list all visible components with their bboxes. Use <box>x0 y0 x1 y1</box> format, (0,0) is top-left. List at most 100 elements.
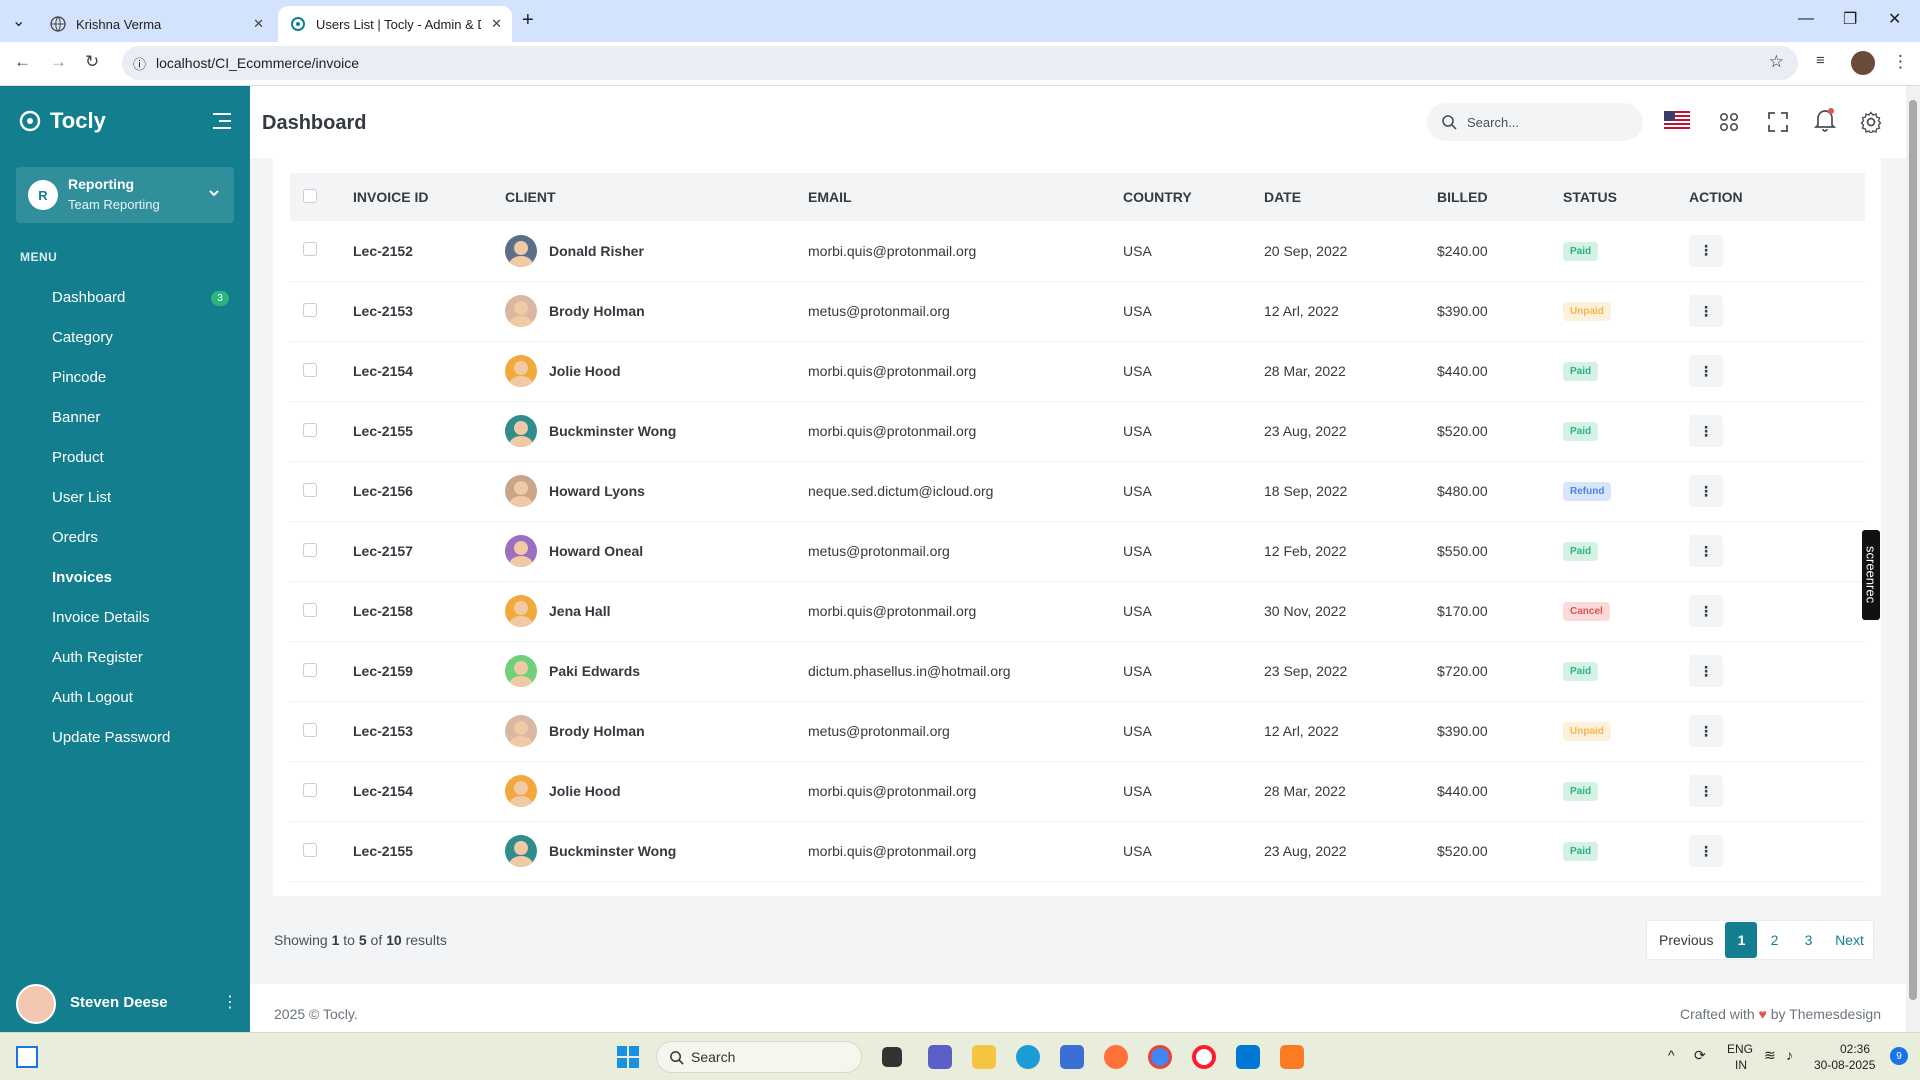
sidebar-item-dashboard[interactable]: Dashboard <box>52 289 125 306</box>
column-header[interactable]: EMAIL <box>808 173 1123 221</box>
store-icon[interactable] <box>1060 1045 1084 1069</box>
row-action-button[interactable]: ⋮ <box>1689 355 1723 387</box>
sidebar-item-invoice-details[interactable]: Invoice Details <box>52 609 150 626</box>
select-all-checkbox[interactable] <box>303 188 317 203</box>
invoice-id[interactable]: Lec-2153 <box>353 701 505 761</box>
row-checkbox[interactable] <box>303 842 317 857</box>
close-icon[interactable]: ✕ <box>253 16 264 32</box>
screenrec-widget[interactable]: screenrec <box>1862 530 1880 620</box>
bell-icon[interactable] <box>1814 108 1836 132</box>
invoice-id[interactable]: Lec-2159 <box>353 641 505 701</box>
invoice-id[interactable]: Lec-2154 <box>353 761 505 821</box>
profile-avatar-icon[interactable] <box>1851 51 1875 75</box>
windows-start-icon[interactable] <box>616 1045 640 1069</box>
row-checkbox[interactable] <box>303 662 317 677</box>
taskbar-search[interactable]: Search <box>656 1041 862 1073</box>
minimize-icon[interactable]: — <box>1798 10 1814 28</box>
row-action-button[interactable]: ⋮ <box>1689 475 1723 507</box>
brand-logo[interactable]: Tocly <box>18 108 106 134</box>
sidebar-item-banner[interactable]: Banner <box>52 409 100 426</box>
apps-grid-icon[interactable] <box>1719 112 1739 132</box>
task-view-icon[interactable] <box>882 1047 902 1067</box>
language[interactable]: ENG <box>1727 1042 1753 1056</box>
row-checkbox[interactable] <box>303 242 317 257</box>
row-action-button[interactable]: ⋮ <box>1689 835 1723 867</box>
restore-icon[interactable]: ❐ <box>1843 9 1857 29</box>
opera-icon[interactable] <box>1192 1045 1216 1069</box>
invoice-id[interactable]: Lec-2156 <box>353 461 505 521</box>
wifi-icon[interactable]: ≋ <box>1764 1047 1776 1064</box>
column-header[interactable]: DATE <box>1264 173 1437 221</box>
sidebar-item-product[interactable]: Product <box>52 449 104 466</box>
invoice-id[interactable]: Lec-2152 <box>353 221 505 281</box>
sidebar-item-pincode[interactable]: Pincode <box>52 369 106 386</box>
invoice-id[interactable]: Lec-2157 <box>353 521 505 581</box>
close-icon[interactable]: ✕ <box>491 16 502 32</box>
browser-tab-krishna[interactable]: Krishna Verma ✕ <box>38 6 274 42</box>
xampp-icon[interactable] <box>1280 1045 1304 1069</box>
teams-icon[interactable] <box>928 1045 952 1069</box>
row-action-button[interactable]: ⋮ <box>1689 295 1723 327</box>
row-action-button[interactable]: ⋮ <box>1689 595 1723 627</box>
column-header[interactable]: COUNTRY <box>1123 173 1264 221</box>
row-checkbox[interactable] <box>303 422 317 437</box>
edge-icon[interactable] <box>1016 1045 1040 1069</box>
invoice-id[interactable]: Lec-2158 <box>353 581 505 641</box>
row-action-button[interactable]: ⋮ <box>1689 775 1723 807</box>
bookmark-star-icon[interactable]: ☆ <box>1769 52 1784 72</box>
row-checkbox[interactable] <box>303 362 317 377</box>
tab-search-icon[interactable]: ⌄ <box>12 11 25 31</box>
menu-toggle-icon[interactable] <box>211 112 233 130</box>
chevron-up-icon[interactable]: ^ <box>1668 1047 1675 1063</box>
column-header[interactable]: INVOICE ID <box>353 173 505 221</box>
reload-icon[interactable]: ↻ <box>85 52 99 72</box>
crafted-suffix[interactable]: by Themesdesign <box>1771 1006 1881 1022</box>
sidebar-item-auth-logout[interactable]: Auth Logout <box>52 689 133 706</box>
invoice-id[interactable]: Lec-2155 <box>353 401 505 461</box>
page-scrollbar[interactable] <box>1906 86 1920 1032</box>
row-checkbox[interactable] <box>303 602 317 617</box>
page-3-button[interactable]: 3 <box>1791 921 1825 959</box>
page-1-button[interactable]: 1 <box>1725 922 1758 958</box>
sidebar-item-invoices[interactable]: Invoices <box>52 569 112 586</box>
previous-page-button[interactable]: Previous <box>1647 921 1725 959</box>
search-input[interactable]: Search... <box>1427 103 1643 141</box>
more-vertical-icon[interactable]: ⋮ <box>222 992 238 1012</box>
row-action-button[interactable]: ⋮ <box>1689 415 1723 447</box>
notification-badge[interactable]: 9 <box>1890 1047 1908 1065</box>
row-checkbox[interactable] <box>303 542 317 557</box>
column-header[interactable]: BILLED <box>1437 173 1563 221</box>
row-action-button[interactable]: ⋮ <box>1689 234 1723 267</box>
browser-tab-users-list[interactable]: Users List | Tocly - Admin & Da ✕ <box>278 6 512 42</box>
vscode-icon[interactable] <box>1236 1045 1260 1069</box>
row-checkbox[interactable] <box>303 482 317 497</box>
scroll-thumb[interactable] <box>1909 100 1917 1000</box>
speaker-muted-icon[interactable]: ♪ <box>1786 1047 1793 1063</box>
row-action-button[interactable]: ⋮ <box>1689 655 1723 687</box>
column-header[interactable]: CLIENT <box>505 173 808 221</box>
site-info-icon[interactable]: ⓘ <box>133 54 146 73</box>
firefox-icon[interactable] <box>1104 1045 1128 1069</box>
next-page-button[interactable]: Next <box>1825 921 1873 959</box>
row-checkbox[interactable] <box>303 782 317 797</box>
invoice-id[interactable]: Lec-2153 <box>353 281 505 341</box>
page-2-button[interactable]: 2 <box>1757 921 1791 959</box>
fullscreen-icon[interactable] <box>1768 112 1788 132</box>
invoice-id[interactable]: Lec-2155 <box>353 821 505 881</box>
invoice-id[interactable]: Lec-2154 <box>353 341 505 401</box>
back-icon[interactable]: ← <box>14 52 31 72</box>
sync-icon[interactable]: ⟳ <box>1694 1047 1706 1064</box>
team-switcher[interactable]: R Reporting Team Reporting <box>16 167 234 223</box>
chrome-icon[interactable] <box>1148 1045 1172 1069</box>
sidebar-item-update-password[interactable]: Update Password <box>52 729 170 746</box>
sidebar-item-orders[interactable]: Oredrs <box>52 529 98 546</box>
us-flag-icon[interactable] <box>1664 111 1690 129</box>
media-icon[interactable]: ≡ <box>1816 52 1825 69</box>
row-action-button[interactable]: ⋮ <box>1689 715 1723 747</box>
close-window-icon[interactable]: ✕ <box>1888 9 1901 29</box>
sidebar-user[interactable]: Steven Deese ⋮ <box>0 978 250 1032</box>
new-tab-icon[interactable]: + <box>522 9 534 32</box>
url-input[interactable]: ⓘ localhost/CI_Ecommerce/invoice ☆ <box>122 46 1798 80</box>
row-checkbox[interactable] <box>303 722 317 737</box>
row-checkbox[interactable] <box>303 302 317 317</box>
